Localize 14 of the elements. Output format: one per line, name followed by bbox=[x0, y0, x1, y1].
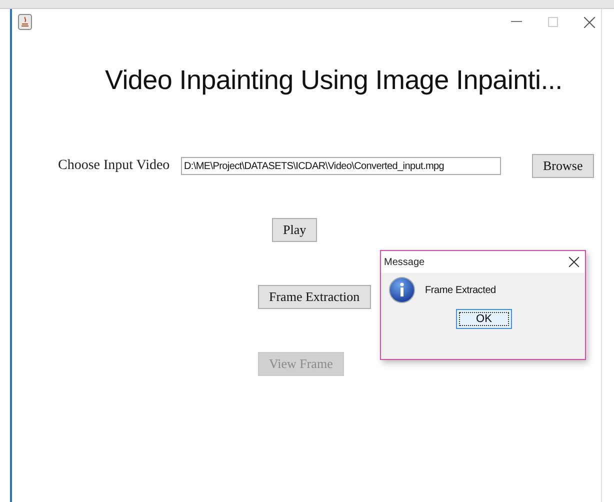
input-field[interactable]: D:\ME\Project\DATASETS\ICDAR\Video\Converted_input.mpg bbox=[181, 157, 501, 175]
ok-button[interactable]: OK bbox=[456, 309, 512, 329]
close-icon[interactable] bbox=[584, 16, 595, 28]
dialog-message: Frame Extracted bbox=[425, 284, 496, 296]
info-icon bbox=[389, 277, 415, 303]
minimize-icon[interactable] bbox=[511, 21, 522, 23]
java-icon bbox=[18, 14, 32, 30]
close-icon[interactable] bbox=[569, 257, 579, 267]
input-label: Choose Input Video bbox=[58, 158, 171, 174]
dialog-title: Message bbox=[384, 256, 426, 268]
browse-button[interactable]: Browse bbox=[532, 154, 594, 178]
action-button[interactable]: Frame Extraction bbox=[258, 285, 371, 309]
action-button[interactable]: Play bbox=[272, 218, 318, 242]
app-title: Video Inpainting Using Image Inpainti... bbox=[105, 65, 564, 96]
